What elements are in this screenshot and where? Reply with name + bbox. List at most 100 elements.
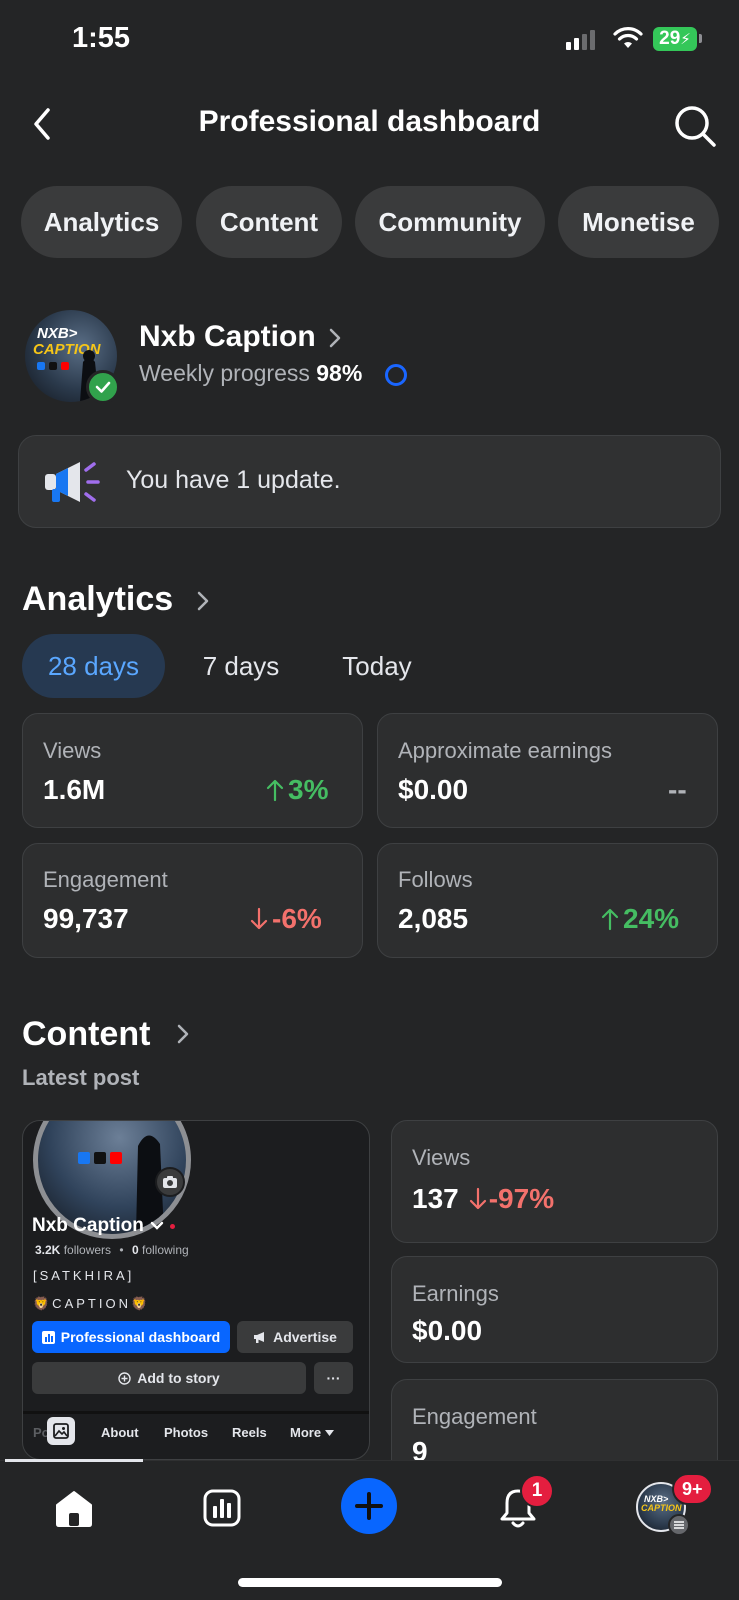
add-circle-icon bbox=[118, 1371, 131, 1385]
svg-text:CAPTION: CAPTION bbox=[641, 1503, 682, 1513]
engagement-card[interactable] bbox=[22, 843, 363, 958]
stat-label: Follows bbox=[398, 867, 473, 892]
post-bio-line: 🦁CAPTION🦁 bbox=[33, 1296, 151, 1311]
chevron-down-icon bbox=[150, 1221, 164, 1230]
svg-text:NXB>: NXB> bbox=[37, 325, 78, 342]
post-tab-reels: Reels bbox=[232, 1425, 267, 1440]
stat-change: 24% bbox=[601, 903, 679, 935]
active-tab-indicator bbox=[5, 1459, 143, 1462]
arrow-down-icon bbox=[469, 1187, 486, 1210]
followers-count: 3.2K bbox=[35, 1243, 61, 1257]
post-follow-stats: 3.2K followers • 0 following bbox=[35, 1243, 189, 1257]
home-icon[interactable] bbox=[44, 1478, 104, 1538]
chevron-right-icon[interactable] bbox=[196, 590, 210, 612]
chart-icon bbox=[41, 1330, 55, 1344]
latest-post-label: Latest post bbox=[22, 1065, 140, 1090]
tab-content[interactable]: Content bbox=[196, 186, 342, 258]
chevron-right-icon[interactable] bbox=[176, 1023, 190, 1045]
battery-tip bbox=[699, 34, 702, 43]
views-card[interactable] bbox=[22, 713, 363, 828]
image-icon bbox=[47, 1417, 75, 1445]
progress-ring-icon bbox=[385, 364, 407, 386]
post-profile-name-row: Nxb Caption bbox=[32, 1215, 175, 1237]
add-to-story-button: Add to story bbox=[32, 1362, 306, 1394]
earnings-card[interactable] bbox=[377, 713, 718, 828]
stat-label: Engagement bbox=[43, 867, 168, 892]
stat-change-value: -- bbox=[668, 774, 687, 805]
add-to-story-label: Add to story bbox=[137, 1370, 220, 1386]
stat-change-value: 3% bbox=[288, 774, 329, 805]
menu-icon bbox=[668, 1514, 690, 1536]
post-profile-name: Nxb Caption bbox=[32, 1215, 144, 1236]
tab-community[interactable]: Community bbox=[355, 186, 545, 258]
profile-notification-badge: 9+ bbox=[672, 1473, 713, 1505]
notification-badge: 1 bbox=[520, 1474, 554, 1508]
metric-label: Views bbox=[412, 1145, 471, 1170]
megaphone-icon bbox=[45, 462, 100, 502]
battery-indicator: 29 ⚡ bbox=[653, 27, 697, 51]
following-count: 0 bbox=[131, 1243, 139, 1257]
divider bbox=[23, 1411, 369, 1414]
professional-dashboard-label: Professional dashboard bbox=[60, 1329, 221, 1345]
post-tab-more-label: More bbox=[290, 1425, 322, 1440]
stat-label: Approximate earnings bbox=[398, 738, 613, 763]
metric-value: 137 bbox=[412, 1183, 459, 1214]
following-label: following bbox=[141, 1243, 189, 1257]
megaphone-icon bbox=[254, 1332, 265, 1343]
post-tab-photos: Photos bbox=[164, 1425, 209, 1440]
metric-label: Engagement bbox=[412, 1404, 537, 1429]
more-options-button: ··· bbox=[314, 1362, 353, 1394]
home-indicator bbox=[238, 1578, 502, 1587]
arrow-up-icon bbox=[266, 779, 284, 802]
stat-value: 2,085 bbox=[398, 903, 469, 934]
stat-value: 99,737 bbox=[43, 903, 129, 934]
chevron-right-icon[interactable] bbox=[328, 327, 342, 349]
stat-change: 3% bbox=[266, 774, 328, 806]
metric-label: Earnings bbox=[412, 1281, 499, 1306]
camera-icon bbox=[155, 1167, 185, 1197]
weekly-progress-value: 98% bbox=[316, 360, 363, 386]
stat-change-value: 24% bbox=[623, 903, 680, 934]
stat-change: -6% bbox=[250, 903, 322, 935]
profile-name[interactable]: Nxb Caption bbox=[139, 320, 316, 354]
follows-card[interactable] bbox=[377, 843, 718, 958]
tab-analytics[interactable]: Analytics bbox=[21, 186, 182, 258]
dashboard-icon[interactable] bbox=[192, 1478, 252, 1538]
battery-level: 29 bbox=[659, 28, 681, 49]
metric-value: $0.00 bbox=[412, 1315, 483, 1346]
verified-check-icon bbox=[86, 370, 120, 404]
caret-down-icon bbox=[325, 1429, 335, 1436]
advertise-button: Advertise bbox=[237, 1321, 353, 1353]
arrow-down-icon bbox=[250, 907, 268, 930]
metric-change: -97% bbox=[469, 1183, 554, 1215]
weekly-progress: Weekly progress 98% bbox=[139, 360, 362, 387]
latest-post-preview[interactable]: Nxb Caption 3.2K followers • 0 following… bbox=[22, 1120, 370, 1460]
tab-monetise[interactable]: Monetise bbox=[558, 186, 719, 258]
status-time: 1:55 bbox=[72, 22, 131, 54]
post-tab-about: About bbox=[101, 1425, 139, 1440]
post-bio-line: [SATKHIRA] bbox=[33, 1268, 135, 1283]
page-title: Professional dashboard bbox=[198, 105, 541, 138]
stat-change-value: -6% bbox=[272, 903, 322, 934]
followers-label: followers bbox=[63, 1243, 112, 1257]
search-icon[interactable] bbox=[673, 104, 717, 148]
red-dot-indicator bbox=[169, 1223, 175, 1229]
content-title[interactable]: Content bbox=[22, 1015, 150, 1054]
plus-icon bbox=[355, 1492, 383, 1520]
stat-value: 1.6M bbox=[43, 774, 106, 805]
create-button[interactable] bbox=[341, 1478, 397, 1534]
post-tab-more: More bbox=[290, 1425, 335, 1440]
post-views-card[interactable] bbox=[391, 1120, 718, 1243]
update-card[interactable] bbox=[18, 435, 721, 528]
signal-icon bbox=[566, 30, 595, 50]
range-today[interactable]: Today bbox=[322, 634, 432, 698]
range-7-days[interactable]: 7 days bbox=[176, 634, 306, 698]
weekly-progress-label: Weekly progress bbox=[139, 360, 310, 386]
range-28-days[interactable]: 28 days bbox=[22, 634, 165, 698]
metric-change-value: -97% bbox=[488, 1183, 555, 1214]
update-text: You have 1 update. bbox=[126, 466, 341, 494]
professional-dashboard-button: Professional dashboard bbox=[32, 1321, 230, 1353]
advertise-label: Advertise bbox=[273, 1329, 337, 1345]
analytics-title[interactable]: Analytics bbox=[22, 580, 173, 619]
wifi-icon bbox=[613, 27, 643, 48]
